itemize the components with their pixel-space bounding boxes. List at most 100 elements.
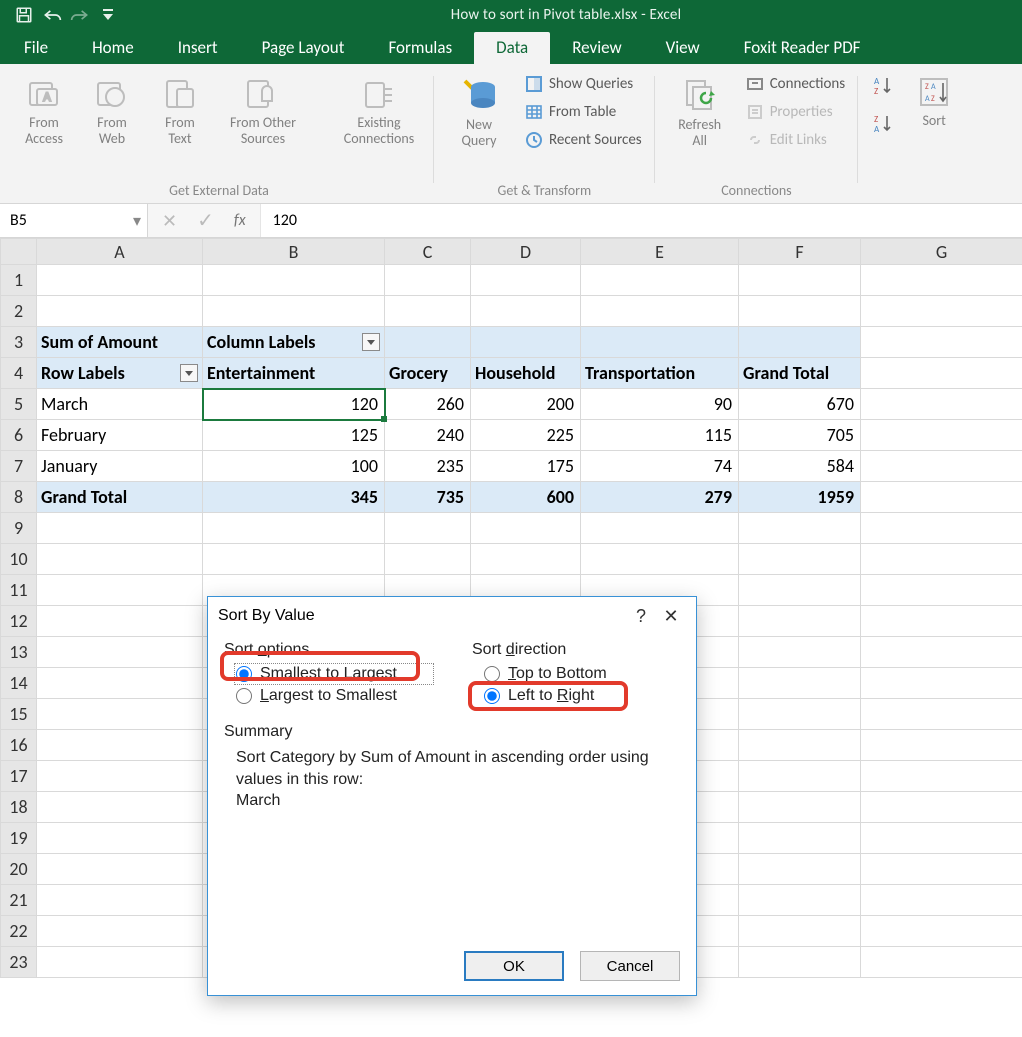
radio-largest-input[interactable] <box>236 688 252 704</box>
col-header-C[interactable]: C <box>385 239 471 265</box>
existing-connections-button[interactable]: Existing Connections <box>332 72 426 150</box>
radio-left-to-right[interactable]: Left to Right <box>484 687 680 705</box>
sort-az-button[interactable]: AZ <box>866 72 898 98</box>
dialog-close-icon[interactable]: ✕ <box>656 606 686 627</box>
recent-sources-button[interactable]: Recent Sources <box>520 128 647 152</box>
tab-review[interactable]: Review <box>550 32 643 64</box>
qat-more-icon[interactable] <box>98 5 118 25</box>
name-box-dropdown-icon[interactable]: ▾ <box>133 211 141 231</box>
tab-foxit[interactable]: Foxit Reader PDF <box>722 32 883 64</box>
row-header[interactable]: 21 <box>1 885 37 916</box>
tab-insert[interactable]: Insert <box>156 32 240 64</box>
cell[interactable]: 235 <box>385 451 471 482</box>
dialog-help-icon[interactable]: ? <box>626 606 656 627</box>
row-header[interactable]: 8 <box>1 482 37 513</box>
col-header-A[interactable]: A <box>37 239 203 265</box>
row-header[interactable]: 18 <box>1 792 37 823</box>
cell[interactable]: 670 <box>739 389 861 420</box>
undo-icon[interactable] <box>42 5 62 25</box>
cell[interactable]: 279 <box>581 482 739 513</box>
cell[interactable]: 100 <box>203 451 385 482</box>
pivot-column-labels[interactable]: Column Labels <box>203 327 385 358</box>
new-query-button[interactable]: New Query <box>442 72 516 152</box>
from-table-button[interactable]: From Table <box>520 100 621 124</box>
name-box[interactable]: B5 ▾ <box>0 204 148 237</box>
row-header[interactable]: 22 <box>1 916 37 947</box>
cell[interactable]: 125 <box>203 420 385 451</box>
radio-ltr-input[interactable] <box>484 688 500 704</box>
cell[interactable]: 200 <box>471 389 581 420</box>
pivot-corner[interactable]: Sum of Amount <box>37 327 203 358</box>
tab-home[interactable]: Home <box>70 32 156 64</box>
formula-input[interactable]: 120 <box>261 204 1022 237</box>
cell[interactable]: 74 <box>581 451 739 482</box>
pivot-cat[interactable]: Transportation <box>581 358 739 389</box>
row-header[interactable]: 14 <box>1 668 37 699</box>
radio-top-to-bottom[interactable]: Top to Bottom <box>484 665 680 683</box>
row-header[interactable]: 1 <box>1 265 37 296</box>
cell[interactable]: 345 <box>203 482 385 513</box>
cell[interactable]: 735 <box>385 482 471 513</box>
cell-B5[interactable]: 120 <box>203 389 385 420</box>
cell[interactable]: 225 <box>471 420 581 451</box>
row-header[interactable]: 4 <box>1 358 37 389</box>
from-access-button[interactable]: A From Access <box>12 72 76 150</box>
pivot-row-label[interactable]: February <box>37 420 203 451</box>
cancel-button[interactable]: Cancel <box>580 951 680 981</box>
row-header[interactable]: 16 <box>1 730 37 761</box>
row-header[interactable]: 15 <box>1 699 37 730</box>
pivot-row-labels[interactable]: Row Labels <box>37 358 203 389</box>
show-queries-button[interactable]: Show Queries <box>520 72 638 96</box>
cell[interactable]: 90 <box>581 389 739 420</box>
tab-file[interactable]: File <box>2 32 70 64</box>
pivot-cat[interactable]: Household <box>471 358 581 389</box>
cell[interactable]: 260 <box>385 389 471 420</box>
pivot-cat[interactable]: Entertainment <box>203 358 385 389</box>
from-text-button[interactable]: From Text <box>148 72 212 150</box>
radio-ttb-input[interactable] <box>484 666 500 682</box>
cell[interactable]: 115 <box>581 420 739 451</box>
refresh-all-button[interactable]: Refresh All <box>663 72 737 152</box>
dialog-titlebar[interactable]: Sort By Value ? ✕ <box>208 597 696 635</box>
sort-za-button[interactable]: ZA <box>866 110 898 136</box>
col-header-E[interactable]: E <box>581 239 739 265</box>
row-header[interactable]: 12 <box>1 606 37 637</box>
radio-largest-to-smallest[interactable]: Largest to Smallest <box>236 687 432 705</box>
tab-view[interactable]: View <box>644 32 722 64</box>
row-header[interactable]: 9 <box>1 513 37 544</box>
col-header-F[interactable]: F <box>739 239 861 265</box>
save-icon[interactable] <box>14 5 34 25</box>
cell[interactable]: 584 <box>739 451 861 482</box>
connections-button[interactable]: Connections <box>741 72 851 96</box>
pivot-col-dropdown-icon[interactable] <box>362 333 380 351</box>
tab-formulas[interactable]: Formulas <box>366 32 474 64</box>
col-header-B[interactable]: B <box>203 239 385 265</box>
tab-data[interactable]: Data <box>474 32 550 64</box>
col-header-G[interactable]: G <box>861 239 1022 265</box>
pivot-cat[interactable]: Grocery <box>385 358 471 389</box>
row-header[interactable]: 7 <box>1 451 37 482</box>
cell[interactable]: 175 <box>471 451 581 482</box>
from-web-button[interactable]: From Web <box>80 72 144 150</box>
row-header[interactable]: 13 <box>1 637 37 668</box>
ok-button[interactable]: OK <box>464 951 564 981</box>
row-header[interactable]: 23 <box>1 947 37 978</box>
row-header[interactable]: 3 <box>1 327 37 358</box>
row-header[interactable]: 2 <box>1 296 37 327</box>
row-header[interactable]: 10 <box>1 544 37 575</box>
pivot-grand-label[interactable]: Grand Total <box>37 482 203 513</box>
cell[interactable]: 600 <box>471 482 581 513</box>
row-header[interactable]: 19 <box>1 823 37 854</box>
cell[interactable]: 240 <box>385 420 471 451</box>
from-other-sources-button[interactable]: From Other Sources <box>216 72 310 150</box>
pivot-row-label[interactable]: January <box>37 451 203 482</box>
pivot-row-dropdown-icon[interactable] <box>180 364 198 382</box>
radio-smallest-input[interactable] <box>236 666 252 682</box>
row-header[interactable]: 20 <box>1 854 37 885</box>
pivot-cat[interactable]: Grand Total <box>739 358 861 389</box>
row-header[interactable]: 5 <box>1 389 37 420</box>
fx-icon[interactable]: fx <box>234 211 246 230</box>
sort-button[interactable]: ZAAZ Sort <box>902 72 966 132</box>
col-header-D[interactable]: D <box>471 239 581 265</box>
tab-page-layout[interactable]: Page Layout <box>240 32 367 64</box>
